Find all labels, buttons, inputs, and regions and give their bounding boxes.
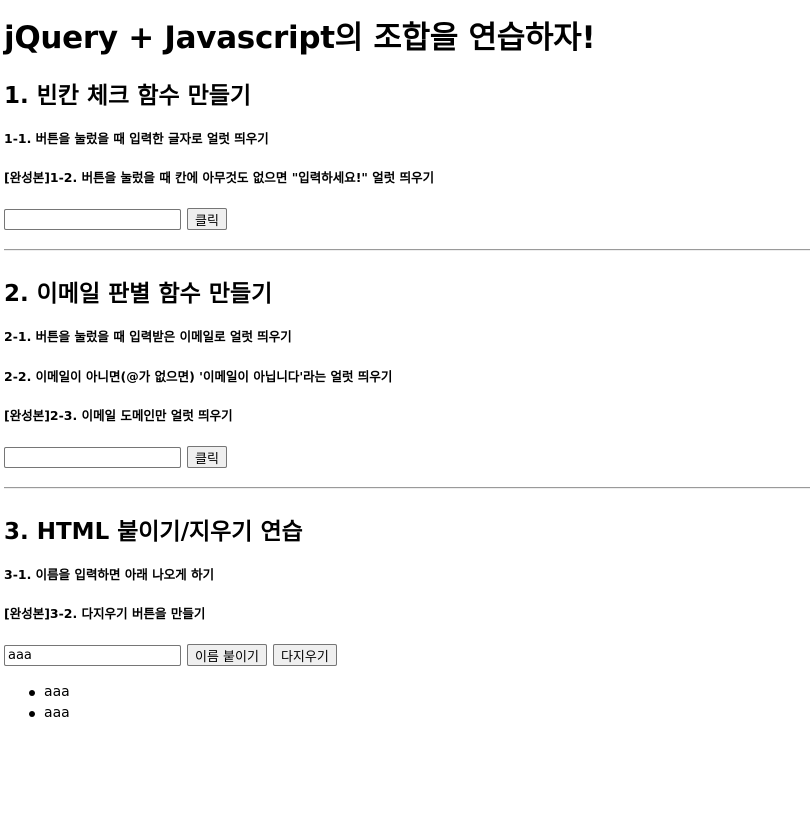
section1-desc-2: [완성본]1-2. 버튼을 눌렀을 때 칸에 아무것도 없으면 "입력하세요!"…: [4, 170, 435, 185]
section1-form: 클릭: [4, 208, 227, 230]
section1-title: 1. 빈칸 체크 함수 만들기: [4, 83, 252, 109]
email-input[interactable]: [4, 446, 181, 468]
section2-title: 2. 이메일 판별 함수 만들기: [4, 281, 273, 307]
section2-desc-3: [완성본]2-3. 이메일 도메인만 얼럿 띄우기: [4, 408, 233, 423]
append-name-button[interactable]: 이름 붙이기: [187, 644, 267, 666]
clear-all-button[interactable]: 다지우기: [272, 644, 337, 666]
section2-click-button[interactable]: 클릭: [187, 446, 227, 468]
name-input[interactable]: [4, 644, 181, 666]
divider-1: [4, 249, 810, 251]
page: jQuery + Javascript의 조합을 연습하자! 1. 빈칸 체크 …: [0, 0, 810, 836]
list-item: aaa: [4, 682, 70, 703]
list-item: aaa: [4, 703, 70, 724]
section3-desc-2: [완성본]3-2. 다지우기 버튼을 만들기: [4, 606, 206, 621]
section3-title: 3. HTML 붙이기/지우기 연습: [4, 519, 303, 545]
section2-form: 클릭: [4, 446, 227, 468]
section1-text-input[interactable]: [4, 208, 181, 230]
section1-click-button[interactable]: 클릭: [187, 208, 227, 230]
section2-desc-1: 2-1. 버튼을 눌렀을 때 입력받은 이메일로 얼럿 띄우기: [4, 329, 292, 344]
divider-2: [4, 487, 810, 489]
section1-desc-1: 1-1. 버튼을 눌렀을 때 입력한 글자로 얼럿 띄우기: [4, 131, 269, 146]
names-list: aaa aaa: [4, 682, 70, 724]
page-title: jQuery + Javascript의 조합을 연습하자!: [4, 20, 596, 56]
section3-desc-1: 3-1. 이름을 입력하면 아래 나오게 하기: [4, 567, 215, 582]
section2-desc-2: 2-2. 이메일이 아니면(@가 없으면) '이메일이 아닙니다'라는 얼럿 띄…: [4, 369, 393, 384]
section3-form: 이름 붙이기 다지우기: [4, 644, 337, 666]
